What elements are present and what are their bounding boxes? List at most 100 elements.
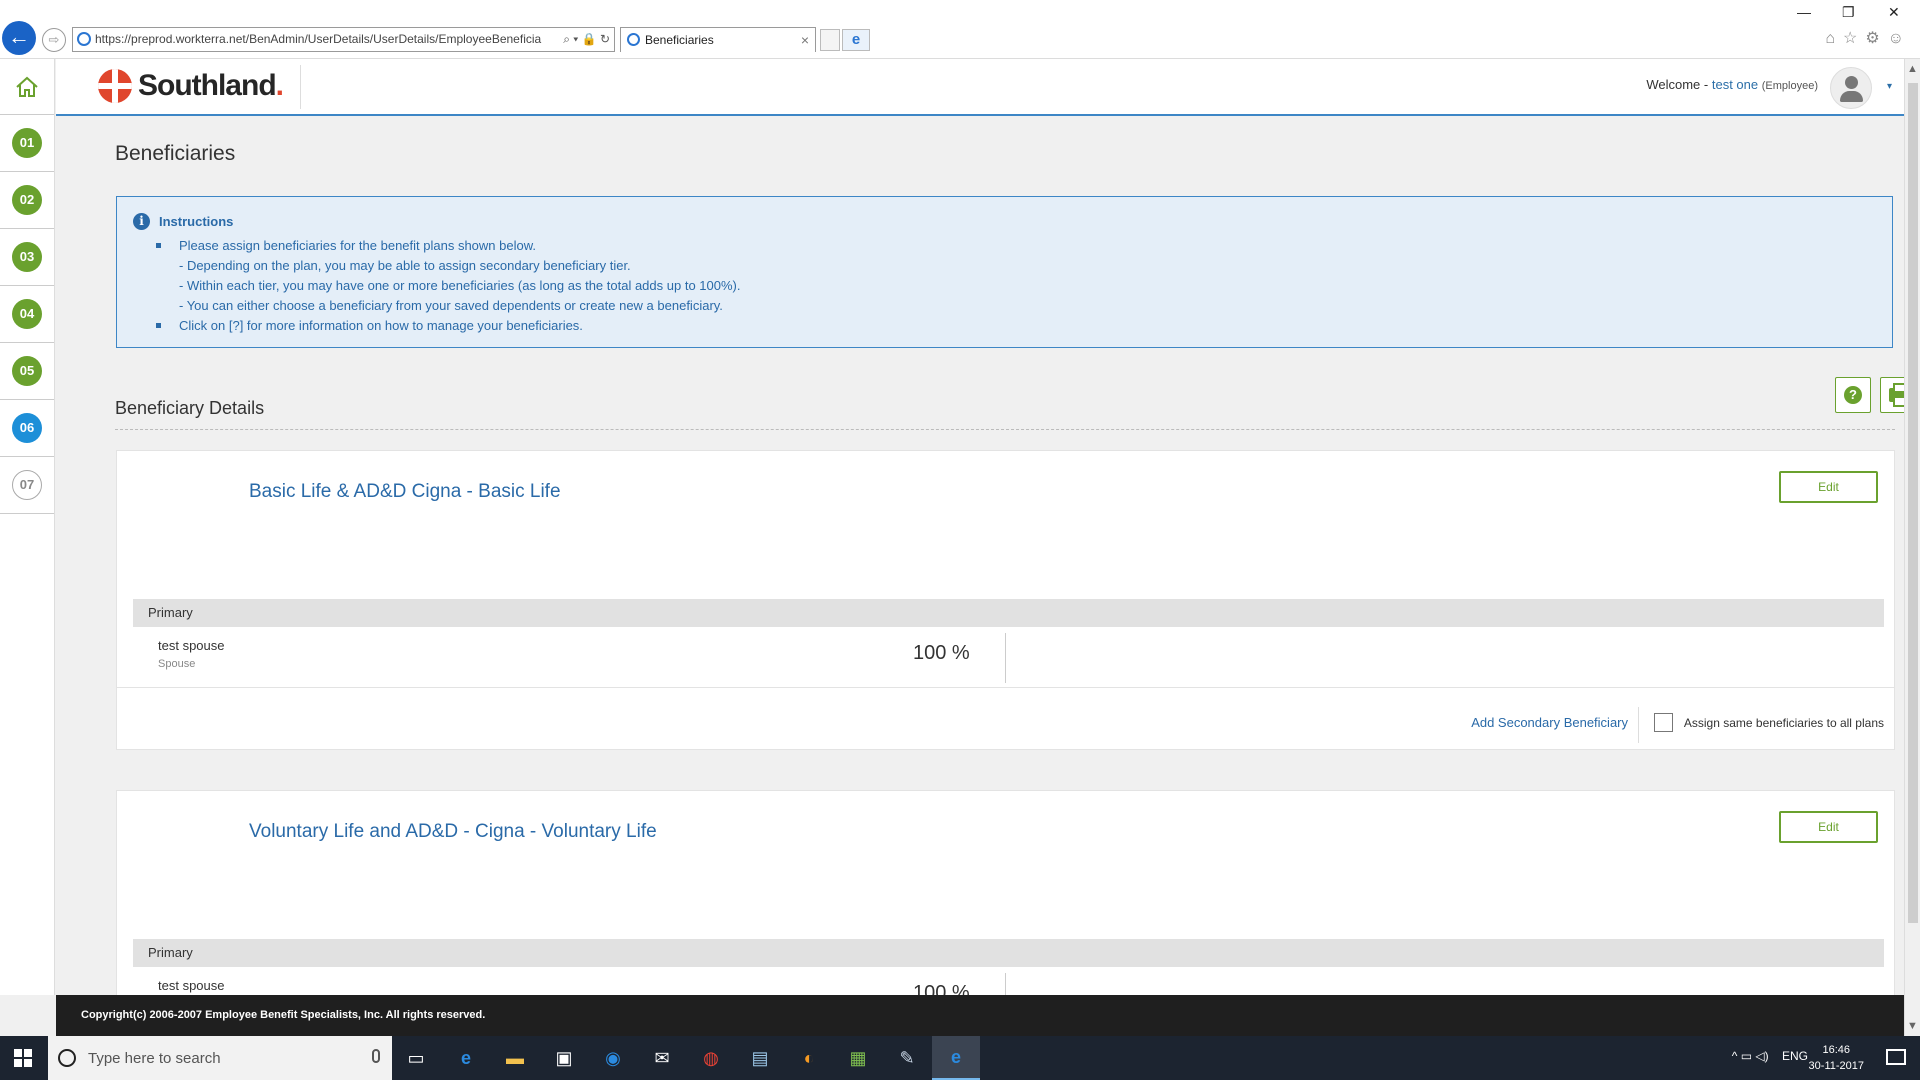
step-number: 05 — [12, 356, 42, 386]
chevron-down-icon[interactable]: ▾ — [1887, 81, 1892, 92]
main-content: Beneficiaries i Instructions Please assi… — [56, 118, 1904, 995]
store-icon[interactable]: ▣ — [540, 1036, 588, 1080]
clock[interactable]: 16:46 30-11-2017 — [1809, 1042, 1864, 1074]
safari-icon[interactable]: ◉ — [589, 1036, 637, 1080]
clock-time: 16:46 — [1822, 1044, 1851, 1056]
tab-title: Beneficiaries — [645, 33, 714, 47]
close-button[interactable]: ✕ — [1888, 4, 1900, 21]
add-secondary-beneficiary-link[interactable]: Add Secondary Beneficiary — [1471, 715, 1628, 730]
cortana-icon — [58, 1049, 76, 1067]
section-title: Beneficiary Details — [115, 398, 265, 418]
scroll-up-icon[interactable]: ▲ — [1907, 63, 1918, 75]
assign-all-checkbox[interactable] — [1653, 713, 1673, 732]
page-title: Beneficiaries — [115, 142, 236, 165]
file-explorer-icon[interactable]: ▬ — [491, 1036, 539, 1080]
logo-icon — [98, 69, 132, 103]
tab-ie-icon — [627, 33, 640, 46]
beneficiary-row: test spouse Spouse 100 % — [133, 628, 1895, 684]
step-04[interactable]: 04 — [0, 286, 54, 343]
back-button[interactable]: ← — [2, 21, 36, 55]
chrome-icon[interactable]: ◍ — [687, 1036, 735, 1080]
row-divider — [1005, 973, 1006, 995]
minimize-button[interactable]: — — [1797, 4, 1811, 20]
logo-text: Southland — [138, 69, 277, 102]
clock-date: 30-11-2017 — [1808, 1060, 1864, 1072]
step-01[interactable]: 01 — [0, 115, 54, 172]
step-number: 03 — [12, 242, 42, 272]
edit-button[interactable]: Edit — [1779, 811, 1878, 843]
tab-beneficiaries[interactable]: Beneficiaries × — [620, 27, 816, 52]
notepad-icon[interactable]: ▤ — [736, 1036, 784, 1080]
windows-start-icon[interactable] — [14, 1049, 32, 1067]
beneficiary-relation: Spouse — [158, 658, 196, 670]
edge-icon[interactable]: e — [442, 1036, 490, 1080]
step-number: 07 — [12, 470, 42, 500]
step-06[interactable]: 06 — [0, 400, 54, 457]
notification-icon[interactable] — [1886, 1049, 1906, 1065]
address-tools-icons[interactable]: ⌕ ▾ 🔒 ↻ — [559, 28, 610, 51]
company-logo: Southland. — [98, 69, 284, 103]
home-button[interactable] — [0, 59, 54, 115]
system-tray[interactable]: ^ ▭ ◁) ENG — [1732, 1049, 1808, 1063]
instructions-panel: i Instructions Please assign beneficiari… — [116, 196, 1893, 348]
steps-sidebar: 01 02 03 04 05 06 07 — [0, 59, 55, 995]
page-footer: Copyright(c) 2006-2007 Employee Benefit … — [56, 995, 1904, 1036]
taskbar-search[interactable]: Type here to search — [48, 1036, 392, 1080]
browser-toolbar-icons[interactable]: ⌂☆⚙☺ — [1825, 28, 1912, 48]
step-number: 04 — [12, 299, 42, 329]
welcome-text: Welcome - test one (Employee) — [1646, 77, 1818, 92]
new-tab-button[interactable] — [820, 29, 840, 51]
language-indicator[interactable]: ENG — [1782, 1049, 1808, 1063]
internet-explorer-icon[interactable]: e — [932, 1036, 980, 1080]
home-icon — [16, 76, 38, 97]
step-03[interactable]: 03 — [0, 229, 54, 286]
beneficiary-percent: 100 % — [913, 642, 970, 664]
firefox-icon[interactable]: ◐ — [785, 1036, 833, 1080]
step-07[interactable]: 07 — [0, 457, 54, 514]
spreadsheet-icon[interactable]: ▦ — [834, 1036, 882, 1080]
scroll-down-icon[interactable]: ▼ — [1907, 1020, 1918, 1032]
step-number: 06 — [12, 413, 42, 443]
tab-close-icon[interactable]: × — [801, 28, 809, 52]
printer-icon — [1889, 383, 1904, 407]
print-button[interactable] — [1880, 377, 1904, 413]
plan-card: Basic Life & AD&D Cigna - Basic Life Edi… — [116, 450, 1895, 750]
browser-chrome: ← ⇨ https://preprod.workterra.net/BenAdm… — [0, 0, 1920, 59]
microphone-icon[interactable] — [372, 1049, 380, 1063]
beneficiary-name: test spouse — [158, 978, 225, 993]
step-number: 02 — [12, 185, 42, 215]
step-05[interactable]: 05 — [0, 343, 54, 400]
info-icon: i — [133, 213, 150, 230]
task-view-icon[interactable]: ▭ — [392, 1036, 440, 1080]
forward-button[interactable]: ⇨ — [42, 28, 66, 52]
welcome-label: Welcome - — [1646, 77, 1709, 92]
edge-icon-button[interactable]: e — [842, 29, 870, 51]
scrollbar-thumb[interactable] — [1908, 83, 1918, 923]
assign-all-plans-option[interactable]: Assign same beneficiaries to all plans — [1653, 713, 1884, 732]
plan-title: Basic Life & AD&D Cigna - Basic Life — [249, 481, 561, 502]
instruction-item: Please assign beneficiaries for the bene… — [133, 236, 1876, 256]
beneficiary-row: test spouse 100 % — [133, 968, 1895, 995]
footer-separator — [1638, 707, 1639, 743]
help-icon: ? — [1844, 386, 1862, 404]
tier-header: Primary — [133, 939, 1884, 967]
avatar[interactable] — [1830, 67, 1872, 109]
vertical-scrollbar[interactable]: ▲ ▼ — [1904, 59, 1920, 1036]
tool-icon[interactable]: ✎ — [883, 1036, 931, 1080]
beneficiary-name: test spouse — [158, 638, 225, 653]
tray-icons[interactable]: ^ ▭ ◁) — [1732, 1049, 1769, 1063]
user-name-link[interactable]: test one — [1712, 77, 1758, 92]
address-bar[interactable]: https://preprod.workterra.net/BenAdmin/U… — [72, 27, 615, 52]
help-button[interactable]: ? — [1835, 377, 1871, 413]
instructions-heading: Instructions — [159, 214, 234, 229]
restore-button[interactable]: ❐ — [1842, 4, 1855, 21]
tier-header: Primary — [133, 599, 1884, 627]
instructions-list: Please assign beneficiaries for the bene… — [133, 236, 1876, 336]
step-02[interactable]: 02 — [0, 172, 54, 229]
step-number: 01 — [12, 128, 42, 158]
instruction-item: Click on [?] for more information on how… — [133, 316, 1876, 336]
edit-button[interactable]: Edit — [1779, 471, 1878, 503]
plan-title: Voluntary Life and AD&D - Cigna - Volunt… — [249, 821, 657, 842]
ie-icon — [77, 32, 91, 46]
mail-icon[interactable]: ✉ — [638, 1036, 686, 1080]
